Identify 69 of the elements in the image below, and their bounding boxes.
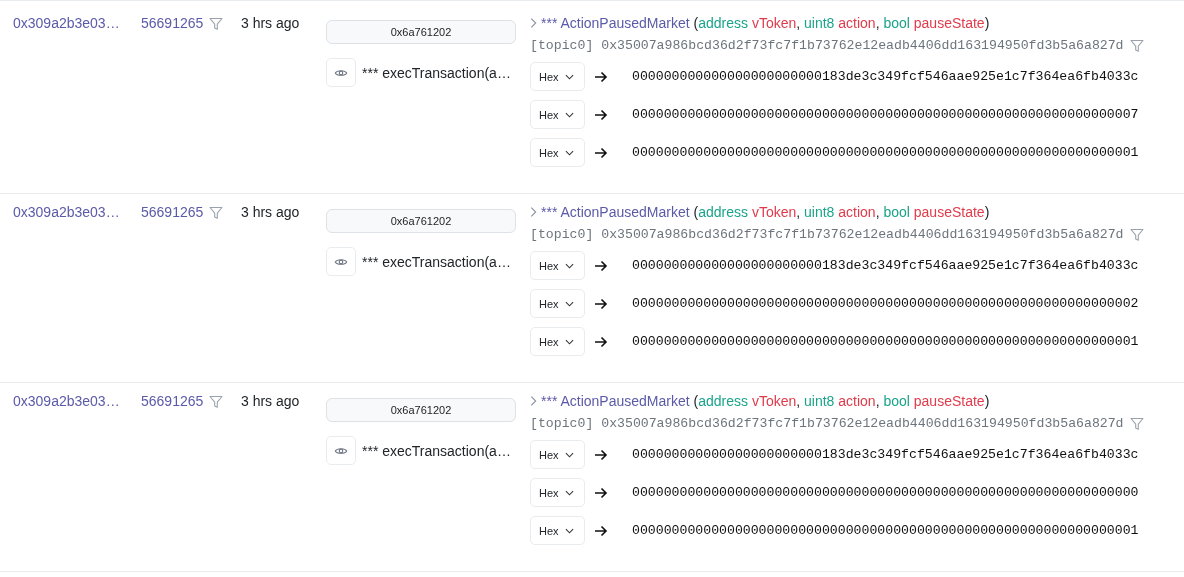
age-text: 3 hrs ago	[241, 393, 300, 409]
filter-icon[interactable]	[209, 17, 224, 31]
data-value: 0000000000000000000000000000000000000000000000000000000000000001	[632, 145, 1139, 160]
caret-icon	[564, 262, 574, 269]
format-dropdown[interactable]: Hex	[530, 478, 585, 507]
age-text: 3 hrs ago	[241, 15, 300, 31]
arrow-right-icon	[594, 335, 608, 348]
view-button[interactable]	[326, 247, 356, 276]
data-value: 0000000000000000000000000000000000000000000000000000000000000007	[632, 107, 1139, 122]
method-call-text: *** execTransaction(a…	[362, 64, 511, 81]
block-number-link[interactable]: 56691265	[141, 393, 204, 409]
arrow-right-icon	[594, 108, 608, 121]
topic-text: [topic0] 0x35007a986bcd36d2f73fc7f1b73762e12eadb4406dd163194950fd3b5a6a827d	[530, 415, 1124, 431]
filter-icon[interactable]	[1129, 417, 1144, 431]
arrow-right-icon	[594, 486, 608, 499]
topic-text: [topic0] 0x35007a986bcd36d2f73fc7f1b73762e12eadb4406dd163194950fd3b5a6a827d	[530, 226, 1124, 242]
filter-icon[interactable]	[1129, 39, 1144, 53]
method-id-badge: 0x6a761202	[326, 209, 516, 233]
method-call-text: *** execTransaction(a…	[362, 253, 511, 270]
caret-icon	[564, 300, 574, 307]
caret-icon	[564, 149, 574, 156]
format-dropdown[interactable]: Hex	[530, 138, 585, 167]
format-dropdown[interactable]: Hex	[530, 62, 585, 91]
transaction-hash-link[interactable]: 0x309a2b3e03…	[13, 393, 120, 409]
transaction-hash-link[interactable]: 0x309a2b3e03…	[13, 204, 120, 220]
data-value: 000000000000000000000000183de3c349fcf546aae925e1c7f364ea6fb4033c	[632, 447, 1139, 462]
arrow-right-icon	[594, 70, 608, 83]
view-button[interactable]	[326, 58, 356, 87]
data-value: 000000000000000000000000183de3c349fcf546aae925e1c7f364ea6fb4033c	[632, 258, 1139, 273]
block-number-link[interactable]: 56691265	[141, 204, 204, 220]
chevron-right-icon[interactable]	[530, 206, 537, 218]
event-signature: *** ActionPausedMarket (address vToken, uint8 action, bool pauseState)	[541, 15, 990, 31]
caret-icon	[564, 489, 574, 496]
arrow-right-icon	[594, 297, 608, 310]
method-id-badge: 0x6a761202	[326, 20, 516, 44]
caret-icon	[564, 451, 574, 458]
caret-icon	[564, 73, 574, 80]
age-text: 3 hrs ago	[241, 204, 300, 220]
method-id-badge: 0x6a761202	[326, 398, 516, 422]
format-dropdown[interactable]: Hex	[530, 100, 585, 129]
event-signature: *** ActionPausedMarket (address vToken, uint8 action, bool pauseState)	[541, 204, 990, 220]
format-dropdown[interactable]: Hex	[530, 251, 585, 280]
method-call-text: *** execTransaction(a…	[362, 442, 511, 459]
arrow-right-icon	[594, 146, 608, 159]
caret-icon	[564, 111, 574, 118]
arrow-right-icon	[594, 259, 608, 272]
block-number-link[interactable]: 56691265	[141, 15, 204, 31]
data-value: 0000000000000000000000000000000000000000000000000000000000000001	[632, 334, 1139, 349]
format-dropdown[interactable]: Hex	[530, 289, 585, 318]
transaction-hash-link[interactable]: 0x309a2b3e03…	[13, 15, 120, 31]
chevron-right-icon[interactable]	[530, 395, 537, 407]
arrow-right-icon	[594, 448, 608, 461]
format-dropdown[interactable]: Hex	[530, 327, 585, 356]
caret-icon	[564, 338, 574, 345]
caret-icon	[564, 527, 574, 534]
filter-icon[interactable]	[209, 206, 224, 220]
data-value: 0000000000000000000000000000000000000000000000000000000000000002	[632, 296, 1139, 311]
view-button[interactable]	[326, 436, 356, 465]
arrow-right-icon	[594, 524, 608, 537]
event-signature: *** ActionPausedMarket (address vToken, uint8 action, bool pauseState)	[541, 393, 990, 409]
data-value: 0000000000000000000000000000000000000000000000000000000000000001	[632, 523, 1139, 538]
filter-icon[interactable]	[1129, 228, 1144, 242]
data-value: 000000000000000000000000183de3c349fcf546aae925e1c7f364ea6fb4033c	[632, 69, 1139, 84]
format-dropdown[interactable]: Hex	[530, 516, 585, 545]
filter-icon[interactable]	[209, 395, 224, 409]
topic-text: [topic0] 0x35007a986bcd36d2f73fc7f1b73762e12eadb4406dd163194950fd3b5a6a827d	[530, 37, 1124, 53]
chevron-right-icon[interactable]	[530, 17, 537, 29]
data-value: 0000000000000000000000000000000000000000000000000000000000000000	[632, 485, 1139, 500]
format-dropdown[interactable]: Hex	[530, 440, 585, 469]
